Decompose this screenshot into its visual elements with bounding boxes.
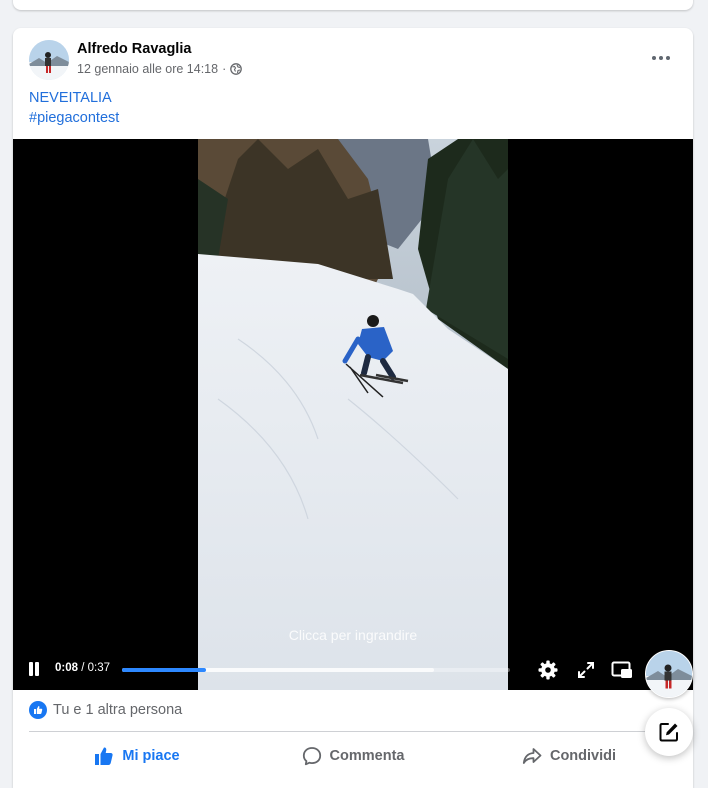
like-button[interactable]: Mi piace xyxy=(29,736,245,776)
video-duration: 0:37 xyxy=(87,662,111,674)
comment-button[interactable]: Commenta xyxy=(245,736,461,776)
post-text-line-1[interactable]: NEVEITALIA xyxy=(29,88,119,108)
share-icon xyxy=(522,748,542,764)
chat-head-photo xyxy=(646,651,692,697)
video-progress-bar[interactable] xyxy=(122,668,510,672)
post-timestamp[interactable]: 12 gennaio alle ore 14:18 xyxy=(77,62,218,76)
reactions-summary[interactable]: Tu e 1 altra persona xyxy=(29,701,182,719)
like-reaction-icon xyxy=(29,701,47,719)
post-actions: Mi piace Commenta Condividi xyxy=(29,736,677,776)
expand-icon xyxy=(578,662,594,678)
ski-scene-image xyxy=(198,139,508,690)
video-frame[interactable] xyxy=(198,139,508,690)
pause-button[interactable] xyxy=(27,661,41,677)
compose-icon xyxy=(659,723,678,742)
share-label: Condividi xyxy=(549,748,617,764)
like-label: Mi piace xyxy=(122,748,180,764)
post-meta: 12 gennaio alle ore 14:18 · xyxy=(77,62,243,76)
current-time: 0:08 xyxy=(55,662,79,674)
settings-button[interactable] xyxy=(536,658,560,682)
author-name[interactable]: Alfredo Ravaglia xyxy=(77,41,191,57)
picture-in-picture-icon xyxy=(611,661,632,678)
globe-icon[interactable] xyxy=(230,63,243,75)
video-player[interactable]: Clicca per ingrandire 0:08 / 0:37 xyxy=(13,139,693,690)
video-controls: 0:08 / 0:37 xyxy=(13,654,693,690)
time-separator: / xyxy=(78,662,88,674)
more-dots-icon xyxy=(652,56,670,60)
meta-separator: · xyxy=(222,62,227,76)
feed-post: Alfredo Ravaglia 12 gennaio alle ore 14:… xyxy=(13,28,693,788)
miniplayer-button[interactable] xyxy=(610,658,634,682)
video-time: 0:08 / 0:37 xyxy=(55,662,110,674)
fullscreen-button[interactable] xyxy=(574,658,598,682)
thumbs-up-icon xyxy=(95,747,113,765)
comment-label: Commenta xyxy=(329,748,405,764)
previous-post-card xyxy=(13,0,693,10)
avatar-photo xyxy=(29,40,69,80)
actions-divider xyxy=(29,731,677,732)
video-played-fill xyxy=(122,668,206,672)
more-options-button[interactable] xyxy=(643,46,679,70)
hashtag-link[interactable]: #piegacontest xyxy=(29,108,119,128)
gear-icon xyxy=(538,660,558,680)
share-button[interactable]: Condividi xyxy=(461,736,677,776)
new-message-button[interactable] xyxy=(645,708,693,756)
reactions-text[interactable]: Tu e 1 altra persona xyxy=(53,702,182,718)
comment-icon xyxy=(302,747,321,766)
post-text: NEVEITALIA #piegacontest xyxy=(29,88,119,128)
author-avatar[interactable] xyxy=(29,40,69,80)
video-hint: Clicca per ingrandire xyxy=(288,627,418,643)
chat-head-avatar[interactable] xyxy=(645,650,693,698)
